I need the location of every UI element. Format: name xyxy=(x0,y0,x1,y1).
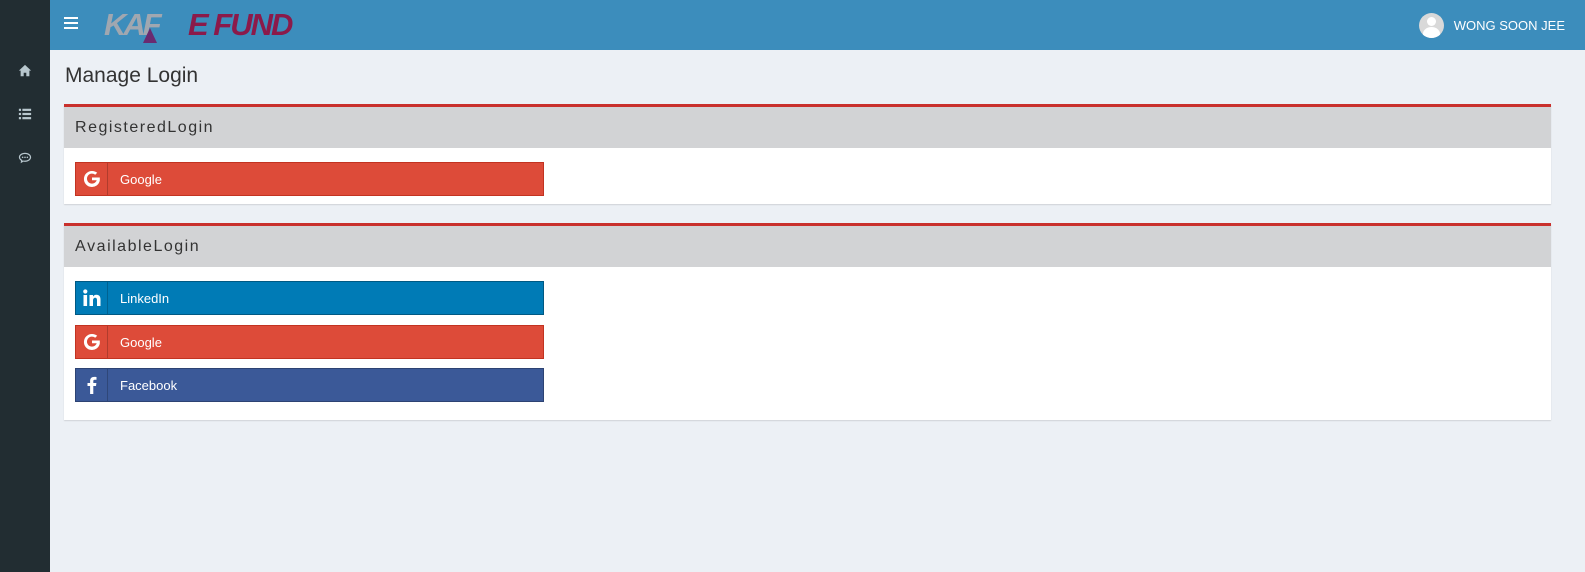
sidebar xyxy=(0,0,50,572)
google-icon xyxy=(76,326,108,358)
kaf-efund-logo[interactable]: KAF E FUND xyxy=(104,6,309,44)
user-menu[interactable]: WONG SOON JEE xyxy=(1418,12,1565,38)
menu-toggle-icon[interactable] xyxy=(64,17,78,31)
registered-login-box: Registered Login Google xyxy=(64,104,1551,204)
username: WONG SOON JEE xyxy=(1453,17,1565,33)
top-navbar: KAF E FUND WONG SOON JEE xyxy=(50,0,1585,50)
avatar xyxy=(1418,12,1444,38)
facebook-icon xyxy=(76,369,108,401)
linkedin-login-button[interactable]: LinkedIn xyxy=(75,281,544,315)
chat-icon[interactable] xyxy=(17,150,33,166)
svg-text:E FUND: E FUND xyxy=(188,7,293,42)
list-icon[interactable] xyxy=(17,106,33,122)
available-login-box: Available Login LinkedIn Google Facebook xyxy=(64,223,1551,420)
page-title: Manage Login xyxy=(65,64,199,87)
registered-google-button[interactable]: Google xyxy=(75,162,544,196)
available-login-header: Available Login xyxy=(64,226,1551,267)
registered-login-header: Registered Login xyxy=(64,107,1551,148)
google-icon xyxy=(76,163,108,195)
home-icon[interactable] xyxy=(17,63,33,79)
facebook-login-button[interactable]: Facebook xyxy=(75,368,544,402)
google-login-button[interactable]: Google xyxy=(75,325,544,359)
linkedin-icon xyxy=(76,282,108,314)
